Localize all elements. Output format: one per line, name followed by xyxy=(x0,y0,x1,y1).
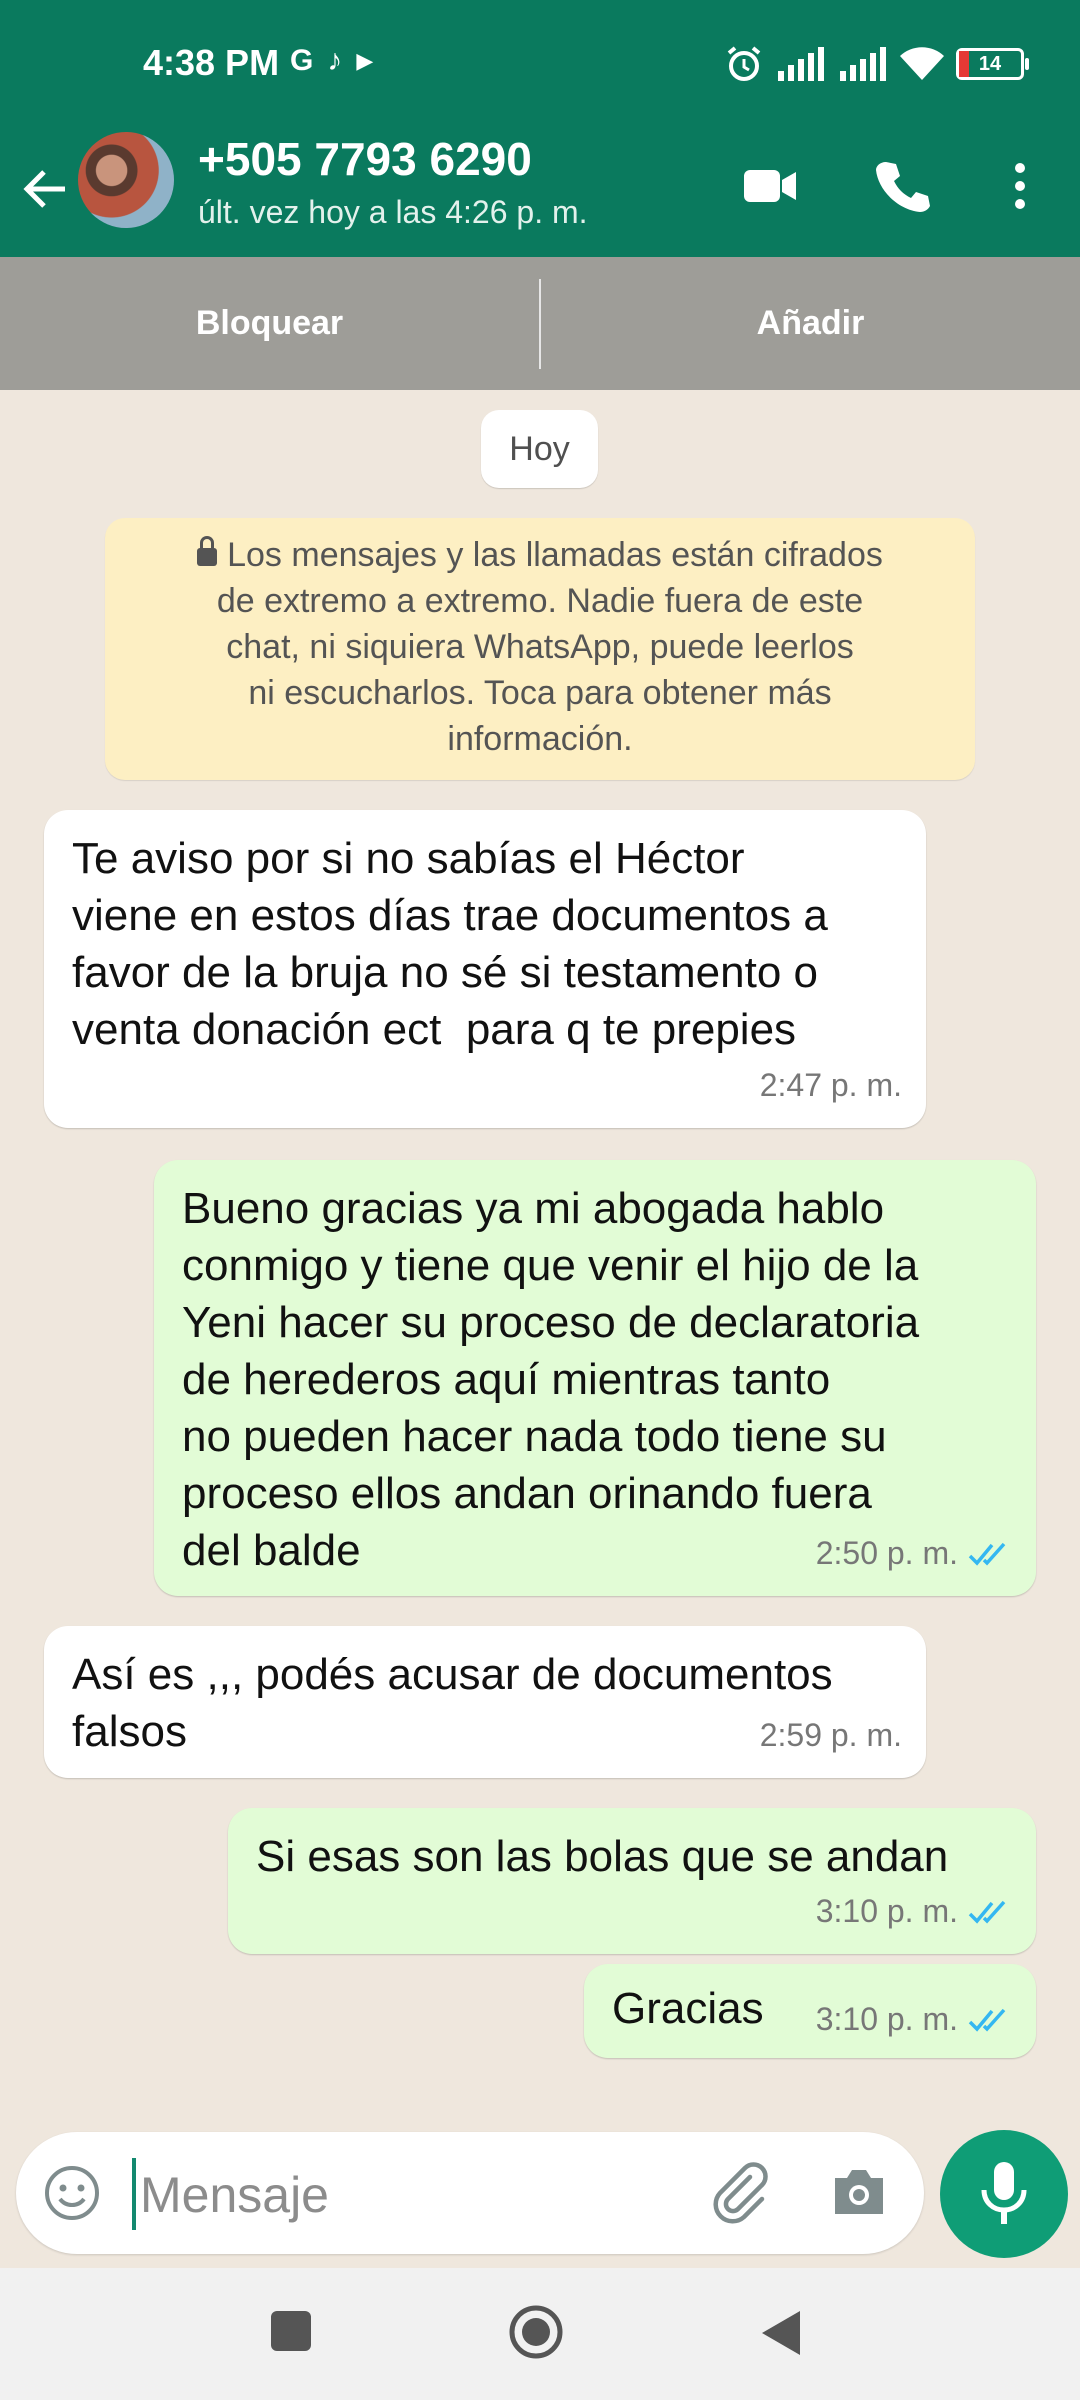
emoji-icon[interactable] xyxy=(42,2163,102,2223)
attach-icon[interactable] xyxy=(706,2159,772,2225)
unknown-contact-actions: Bloquear Añadir xyxy=(0,257,1080,390)
message-meta: 3:10 p. m. xyxy=(816,1883,1012,1940)
chat-header: +505 7793 6290 últ. vez hoy a las 4:26 p… xyxy=(0,132,1080,257)
system-nav-bar xyxy=(0,2268,1080,2400)
encryption-notice-line: información. xyxy=(447,720,633,758)
text-cursor xyxy=(132,2158,136,2230)
read-ticks-icon xyxy=(968,1542,1006,1566)
read-ticks-icon xyxy=(968,2008,1006,2032)
message-text: Así es ,,, podés acusar de documentos fa… xyxy=(72,1650,833,1756)
recents-square-icon[interactable] xyxy=(268,2308,314,2354)
day-separator: Hoy xyxy=(481,410,598,488)
signal-icon xyxy=(840,47,886,81)
message-bubble-incoming[interactable]: Te aviso por si no sabías el Héctor vien… xyxy=(44,810,926,1128)
home-circle-icon[interactable] xyxy=(506,2302,566,2362)
status-bar: 4:38 PM G ♪ ▶ 14 xyxy=(0,0,1080,132)
message-meta: 2:47 p. m. xyxy=(760,1057,902,1114)
message-bubble-outgoing[interactable]: Si esas son las bolas que se andan 3:10 … xyxy=(228,1808,1036,1954)
voice-record-button[interactable] xyxy=(940,2130,1068,2258)
encryption-notice-line: chat, ni siquiera WhatsApp, puede leerlo… xyxy=(226,628,854,666)
message-time: 3:10 p. m. xyxy=(815,1893,958,1929)
avatar[interactable] xyxy=(78,132,174,228)
message-time: 2:59 p. m. xyxy=(759,1717,902,1753)
mic-icon xyxy=(981,2162,1027,2224)
message-composer: Mensaje xyxy=(16,2132,924,2254)
status-time: 4:38 PM xyxy=(143,42,280,83)
add-contact-button[interactable]: Añadir xyxy=(541,304,1080,343)
read-ticks-icon xyxy=(968,1900,1006,1924)
message-text: Bueno gracias ya mi abogada hablo conmig… xyxy=(182,1184,920,1575)
encryption-notice-line: de extremo a extremo. Nadie fuera de est… xyxy=(216,582,864,620)
signal-icon xyxy=(778,47,824,81)
back-triangle-icon[interactable] xyxy=(758,2308,804,2358)
play-icon: ▶ xyxy=(356,48,374,73)
message-bubble-outgoing[interactable]: Bueno gracias ya mi abogada hablo conmig… xyxy=(154,1160,1036,1596)
phone-icon[interactable] xyxy=(872,156,932,216)
message-bubble-outgoing[interactable]: Gracias 3:10 p. m. xyxy=(584,1964,1036,2058)
encryption-notice-line: ni escucharlos. Toca para obtener más xyxy=(248,674,832,712)
google-icon: G xyxy=(290,44,314,77)
video-call-icon[interactable] xyxy=(740,156,800,216)
back-arrow-icon[interactable] xyxy=(20,164,70,214)
alarm-icon xyxy=(727,46,761,81)
camera-icon[interactable] xyxy=(829,2164,889,2220)
status-right-icons: 14 xyxy=(724,44,1029,84)
tiktok-icon: ♪ xyxy=(327,44,343,77)
contact-name[interactable]: +505 7793 6290 xyxy=(198,132,532,186)
encryption-notice-line: Los mensajes y las llamadas están cifrad… xyxy=(105,532,975,578)
message-meta: 2:59 p. m. xyxy=(760,1707,902,1764)
message-text: Si esas son las bolas que se andan xyxy=(256,1832,949,1881)
lock-icon xyxy=(197,536,218,566)
message-time: 2:50 p. m. xyxy=(815,1535,958,1571)
message-time: 3:10 p. m. xyxy=(815,2001,958,2037)
message-meta: 3:10 p. m. xyxy=(816,1991,1012,2048)
message-input[interactable]: Mensaje xyxy=(140,2166,329,2224)
message-bubble-incoming[interactable]: Así es ,,, podés acusar de documentos fa… xyxy=(44,1626,926,1778)
message-text: Gracias xyxy=(612,1984,764,2033)
status-left-icons: G ♪ ▶ xyxy=(290,44,373,78)
message-text: Te aviso por si no sabías el Héctor vien… xyxy=(72,834,828,1054)
last-seen: últ. vez hoy a las 4:26 p. m. xyxy=(198,194,588,230)
battery-icon: 14 xyxy=(956,48,1029,80)
more-vert-icon[interactable] xyxy=(990,156,1050,216)
battery-level: 14 xyxy=(978,53,1002,75)
message-time: 2:47 p. m. xyxy=(759,1067,902,1103)
block-button[interactable]: Bloquear xyxy=(0,304,539,343)
message-meta: 2:50 p. m. xyxy=(816,1525,1012,1582)
encryption-notice[interactable]: Los mensajes y las llamadas están cifrad… xyxy=(105,518,975,780)
wifi-icon xyxy=(900,47,944,80)
